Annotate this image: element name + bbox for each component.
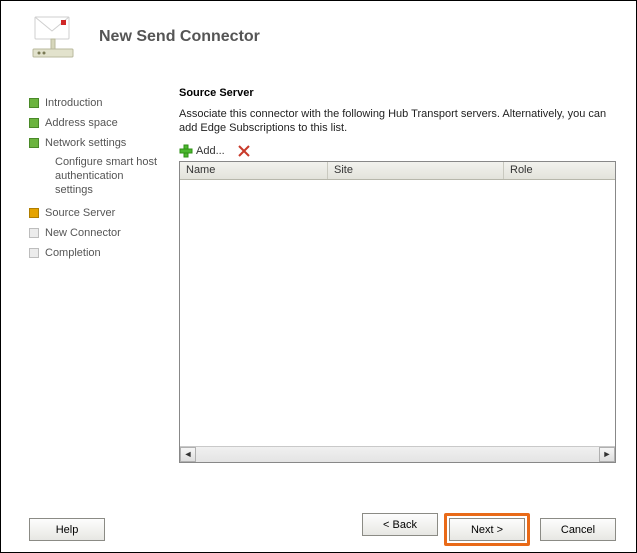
column-header-name[interactable]: Name xyxy=(180,162,328,179)
step-status-icon xyxy=(29,98,39,108)
x-icon xyxy=(237,144,251,158)
step-introduction[interactable]: Introduction xyxy=(29,93,179,113)
step-completion[interactable]: Completion xyxy=(29,243,179,263)
step-status-icon xyxy=(29,248,39,258)
wizard-footer: Help < Back Next > Cancel xyxy=(1,487,636,546)
step-new-connector[interactable]: New Connector xyxy=(29,223,179,243)
wizard-frame: { "header": { "title": "New Send Connect… xyxy=(0,0,637,553)
step-status-icon xyxy=(29,228,39,238)
step-label: Network settings xyxy=(45,137,126,149)
add-button[interactable]: Add... xyxy=(179,144,225,158)
servers-table: Name Site Role ◄ ► xyxy=(179,161,616,463)
column-header-site[interactable]: Site xyxy=(328,162,504,179)
nav-button-group: < Back Next > xyxy=(362,513,530,546)
help-button[interactable]: Help xyxy=(29,518,105,541)
cancel-button[interactable]: Cancel xyxy=(540,518,616,541)
list-toolbar: Add... xyxy=(179,142,616,161)
step-status-icon xyxy=(29,208,39,218)
table-body-empty[interactable] xyxy=(180,180,615,446)
step-label: New Connector xyxy=(45,227,121,239)
step-label: Source Server xyxy=(45,207,115,219)
next-button-highlight: Next > xyxy=(444,513,530,546)
wizard-main-panel: Source Server Associate this connector w… xyxy=(179,67,616,477)
step-label: Address space xyxy=(45,117,118,129)
section-title: Source Server xyxy=(179,87,616,99)
wizard-steps-sidebar: Introduction Address space Network setti… xyxy=(29,67,179,477)
add-label: Add... xyxy=(196,145,225,157)
step-source-server[interactable]: Source Server xyxy=(29,203,179,223)
step-label: Introduction xyxy=(45,97,102,109)
step-status-icon xyxy=(29,138,39,148)
wizard-title: New Send Connector xyxy=(99,28,260,46)
step-status-icon xyxy=(29,118,39,128)
column-header-role[interactable]: Role xyxy=(504,162,615,179)
scroll-right-icon[interactable]: ► xyxy=(599,447,615,462)
scroll-left-icon[interactable]: ◄ xyxy=(180,447,196,462)
plus-icon xyxy=(179,144,193,158)
wizard-header: New Send Connector xyxy=(1,1,636,67)
horizontal-scrollbar[interactable]: ◄ ► xyxy=(180,446,615,462)
section-description: Associate this connector with the follow… xyxy=(179,107,616,136)
mail-server-icon xyxy=(29,13,77,61)
substep-smart-host-auth[interactable]: Configure smart host authentication sett… xyxy=(29,153,159,203)
step-address-space[interactable]: Address space xyxy=(29,113,179,133)
wizard-body: Introduction Address space Network setti… xyxy=(1,67,636,487)
table-header: Name Site Role xyxy=(180,162,615,180)
remove-button[interactable] xyxy=(237,144,251,158)
step-network-settings[interactable]: Network settings xyxy=(29,133,179,153)
next-button[interactable]: Next > xyxy=(449,518,525,541)
back-button[interactable]: < Back xyxy=(362,513,438,536)
step-label: Completion xyxy=(45,247,101,259)
